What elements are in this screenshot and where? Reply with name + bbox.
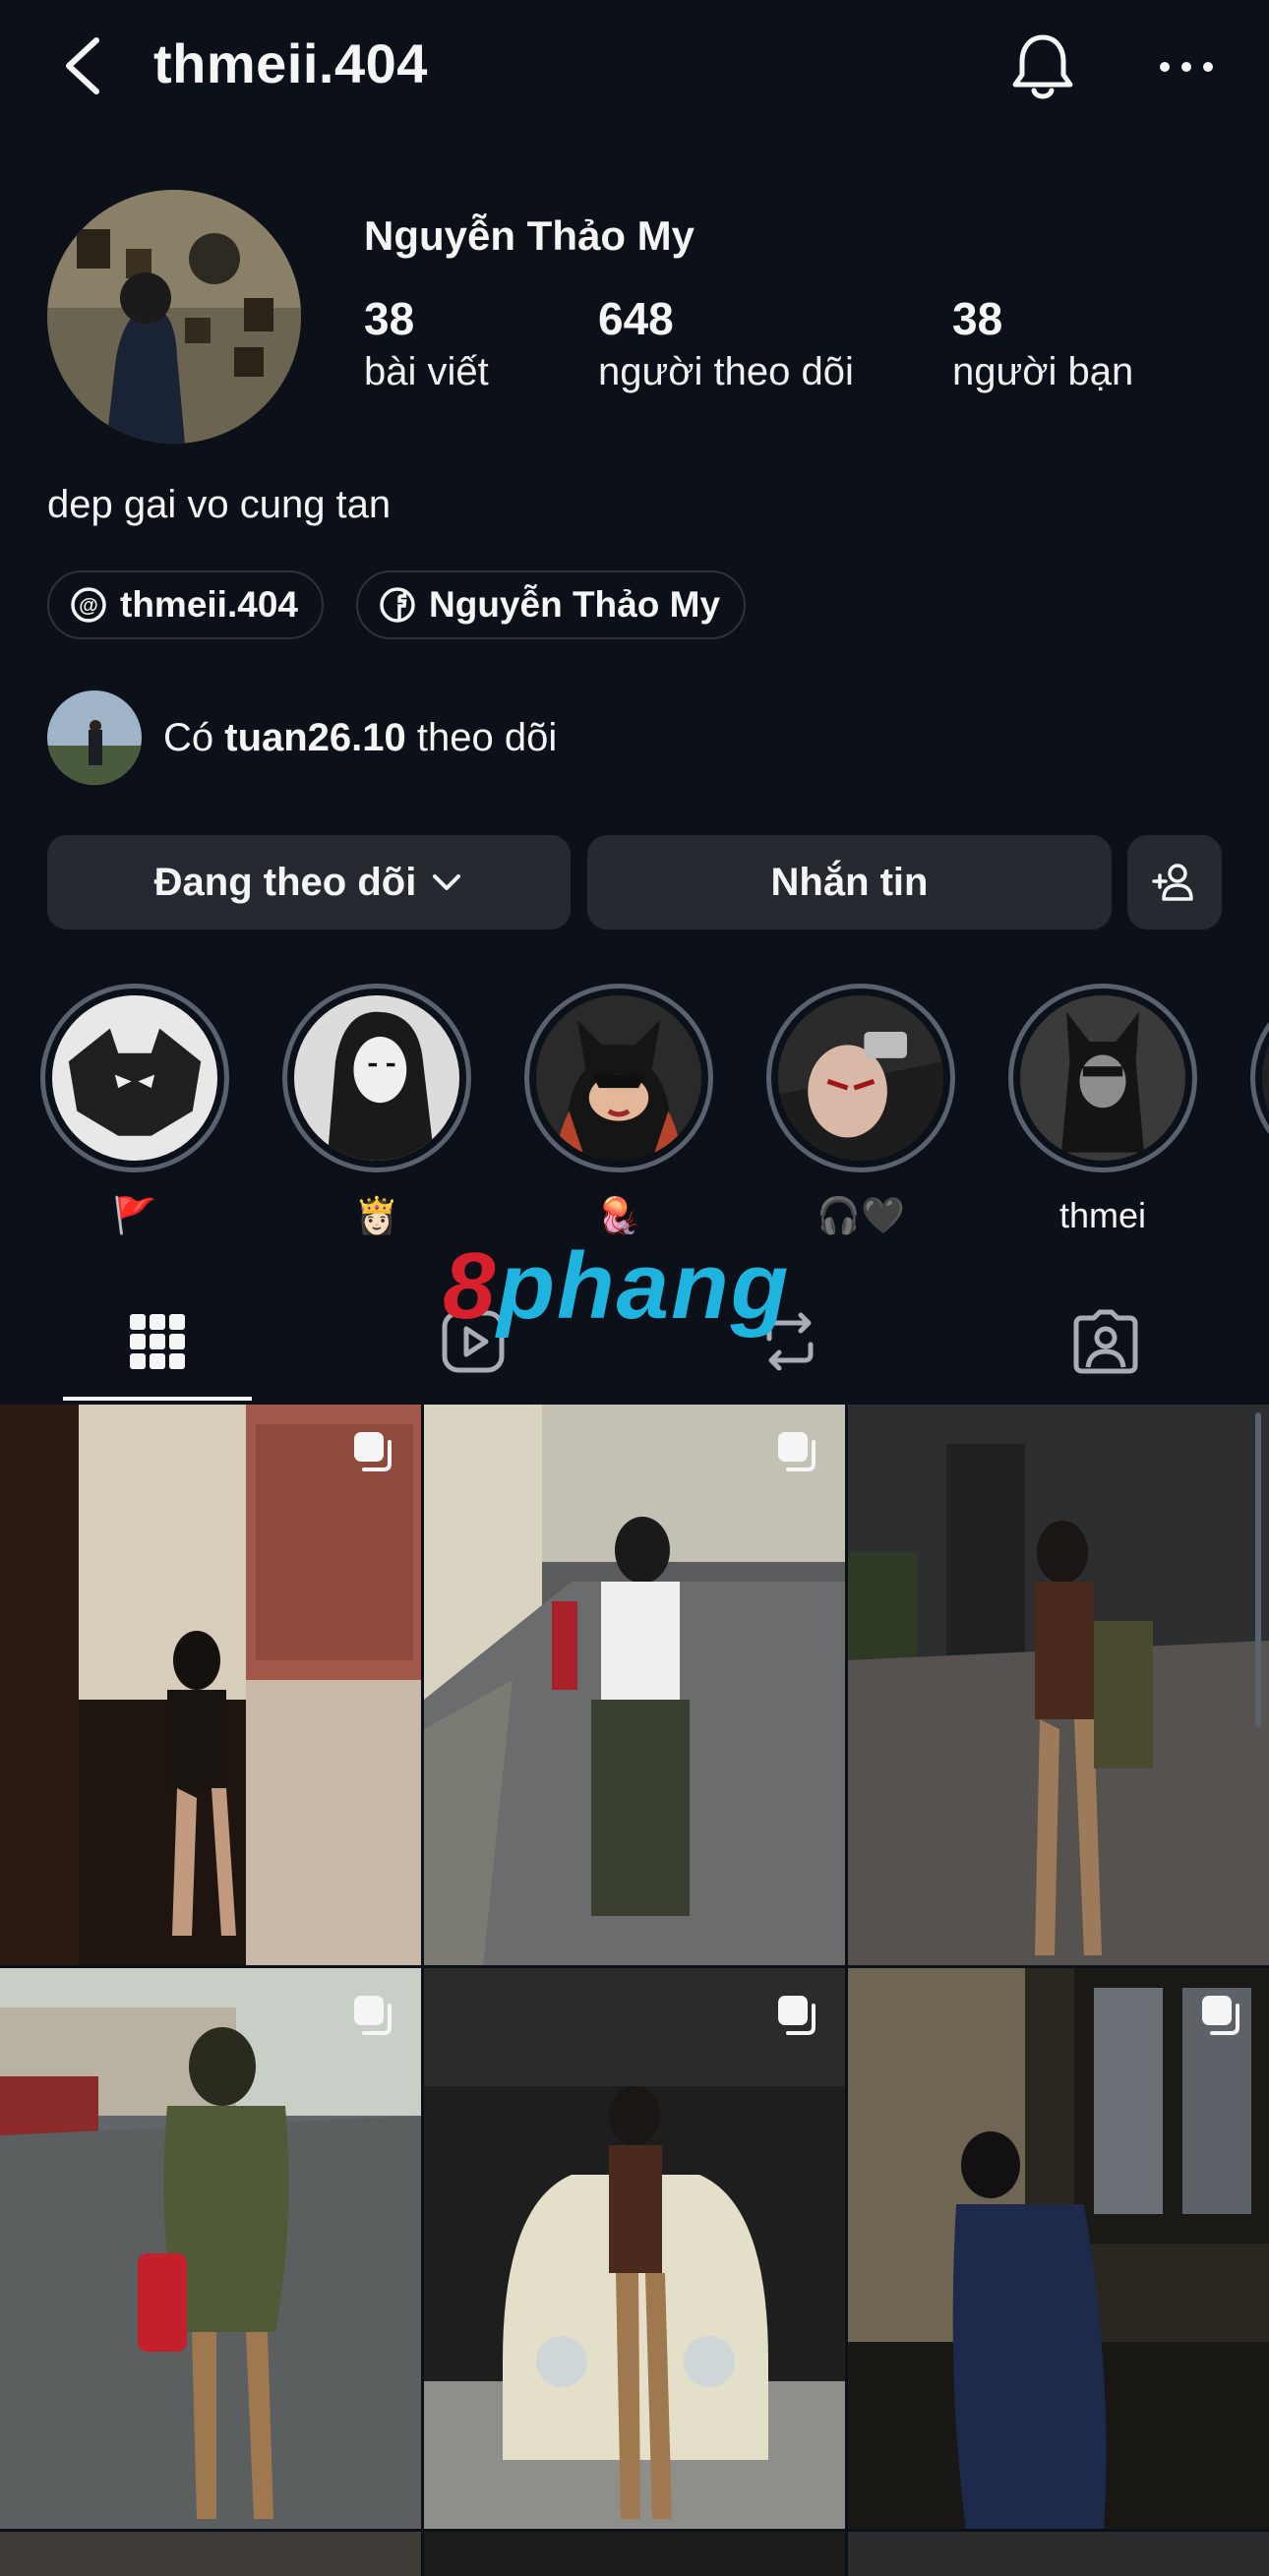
person-add-icon: [1152, 864, 1193, 901]
profile-page: thmeii.404 Nguyễn Thảo My 38 bài viết 64…: [0, 0, 1269, 2576]
message-button[interactable]: Nhắn tin: [587, 835, 1112, 929]
highlight-1-label: 🚩: [112, 1195, 157, 1235]
highlight-5-label: thmei: [1058, 1195, 1147, 1235]
chevron-down-icon: [433, 874, 461, 890]
stat-friends-count: 38: [952, 293, 1003, 344]
highlight-4[interactable]: 🎧🖤: [766, 984, 955, 1239]
top-bar: thmeii.404: [0, 0, 1269, 133]
highlight-2[interactable]: 👸🏻: [282, 984, 471, 1239]
profile-avatar[interactable]: [47, 190, 301, 444]
followed-by-row[interactable]: Có tuan26.10 theo dõi: [47, 690, 557, 785]
grid-post-9[interactable]: [848, 2532, 1269, 2576]
stat-followers[interactable]: 648 người theo dõi: [598, 291, 854, 397]
active-tab-indicator: [63, 1397, 252, 1401]
grid-post-2[interactable]: [424, 1405, 845, 1965]
multiple-photos-icon: [354, 1432, 392, 1471]
stat-followers-label: người theo dõi: [598, 350, 854, 393]
post-4-photo: [0, 1968, 421, 2529]
post-1-photo: [0, 1405, 421, 1965]
facebook-link-chip[interactable]: Nguyễn Thảo My: [356, 570, 747, 639]
svg-text:@: @: [79, 595, 98, 617]
highlight-1-cover: [52, 995, 217, 1161]
grid-post-4[interactable]: [0, 1968, 421, 2529]
more-horizontal-icon: [1160, 62, 1213, 72]
highlight-4-cover: [778, 995, 943, 1161]
highlight-6-partial[interactable]: [1250, 984, 1269, 1172]
suggest-people-button[interactable]: [1127, 835, 1222, 929]
grid-post-7[interactable]: [0, 2532, 421, 2576]
followed-by-text: Có tuan26.10 theo dõi: [163, 715, 558, 759]
highlight-1[interactable]: 🚩: [40, 984, 229, 1239]
post-2-photo: [424, 1405, 845, 1965]
grid-post-6[interactable]: [848, 1968, 1269, 2529]
tab-tagged[interactable]: [981, 1279, 1231, 1405]
stat-friends[interactable]: 38 người bạn: [952, 291, 1133, 397]
following-button[interactable]: Đang theo dõi: [47, 835, 571, 929]
threads-link-label: thmeii.404: [120, 584, 298, 625]
grid-post-5[interactable]: [424, 1968, 845, 2529]
highlight-2-cover: [294, 995, 459, 1161]
multiple-photos-icon: [354, 1996, 392, 2035]
chevron-left-icon: [66, 37, 99, 94]
following-button-label: Đang theo dõi: [153, 860, 417, 904]
multiple-photos-icon: [778, 1432, 816, 1471]
watermark-logo: 8phang: [443, 1233, 791, 1339]
facebook-link-label: Nguyễn Thảo My: [429, 584, 721, 625]
more-options-button[interactable]: [1155, 39, 1218, 94]
stat-posts-count: 38: [364, 293, 415, 344]
facebook-icon: [380, 587, 415, 623]
profile-username: thmeii.404: [153, 32, 428, 94]
message-button-label: Nhắn tin: [770, 860, 929, 904]
scrollbar[interactable]: [1255, 1412, 1261, 1727]
highlight-5-cover: [1020, 995, 1185, 1161]
multiple-photos-icon: [778, 1996, 816, 2035]
grid-icon: [130, 1314, 185, 1369]
back-button[interactable]: [57, 34, 108, 97]
stat-friends-label: người bạn: [952, 350, 1134, 393]
threads-link-chip[interactable]: @ thmeii.404: [47, 570, 324, 639]
profile-full-name: Nguyễn Thảo My: [364, 212, 695, 259]
tab-posts[interactable]: [32, 1279, 282, 1405]
bell-icon: [1012, 34, 1073, 99]
grid-post-3[interactable]: [848, 1405, 1269, 1965]
stat-followers-count: 648: [598, 293, 674, 344]
mutual-follower-avatar: [47, 690, 142, 785]
tagged-person-icon: [1073, 1309, 1138, 1374]
grid-post-1[interactable]: [0, 1405, 421, 1965]
mutual-follower-username[interactable]: tuan26.10: [224, 716, 406, 759]
grid-post-8[interactable]: [424, 2532, 845, 2576]
post-6-photo: [848, 1968, 1269, 2529]
avatar-photo: [47, 190, 301, 444]
highlight-5[interactable]: thmei: [1008, 984, 1197, 1239]
profile-bio: dep gai vo cung tan: [47, 483, 392, 526]
notifications-button[interactable]: [1005, 30, 1080, 104]
highlight-3[interactable]: 🪼: [524, 984, 713, 1239]
highlight-3-cover: [536, 995, 701, 1161]
post-5-photo: [424, 1968, 845, 2529]
highlight-4-label: 🎧🖤: [816, 1195, 905, 1235]
stat-posts[interactable]: 38 bài viết: [364, 291, 489, 397]
threads-icon: @: [71, 587, 106, 623]
stat-posts-label: bài viết: [364, 350, 489, 393]
post-3-photo: [848, 1405, 1269, 1965]
multiple-photos-icon: [1202, 1996, 1239, 2035]
